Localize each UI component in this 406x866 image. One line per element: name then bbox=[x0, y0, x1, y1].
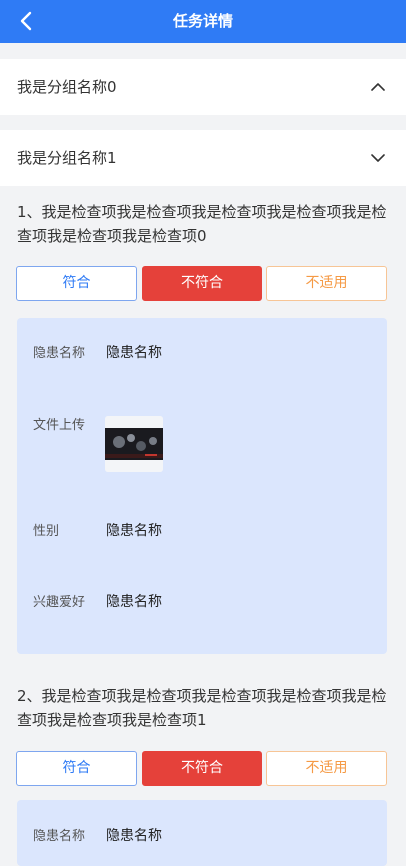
option-comply-button[interactable]: 符合 bbox=[16, 266, 137, 301]
chevron-up-icon bbox=[371, 83, 385, 91]
option-noncomply-button[interactable]: 不符合 bbox=[142, 266, 262, 301]
field-value: 隐患名称 bbox=[106, 523, 162, 539]
field-label: 兴趣爱好 bbox=[33, 595, 86, 610]
image-preview bbox=[105, 416, 163, 472]
field-label: 隐患名称 bbox=[33, 346, 86, 361]
field-value: 隐患名称 bbox=[106, 828, 162, 844]
chevron-down-icon bbox=[371, 154, 385, 162]
field-value: 隐患名称 bbox=[106, 345, 162, 361]
field-value: 隐患名称 bbox=[106, 594, 162, 610]
group-header-0[interactable]: 我是分组名称0 bbox=[0, 59, 406, 115]
nav-bar: 任务详情 bbox=[0, 0, 406, 43]
field-label: 性别 bbox=[33, 524, 60, 539]
check-item-question: 2、我是检查项我是检查项我是检查项我是检查项我是检查项我是检查项我是检查项1 bbox=[17, 687, 387, 729]
page-title: 任务详情 bbox=[172, 12, 233, 30]
group-header-1[interactable]: 我是分组名称1 bbox=[0, 130, 406, 186]
option-noncomply-button[interactable]: 不符合 bbox=[142, 751, 262, 786]
option-not-applicable-button[interactable]: 不适用 bbox=[266, 751, 387, 786]
option-not-applicable-button[interactable]: 不适用 bbox=[266, 266, 387, 301]
group-title: 我是分组名称1 bbox=[17, 149, 117, 167]
check-item-question: 1、我是检查项我是检查项我是检查项我是检查项我是检查项我是检查项我是检查项0 bbox=[17, 203, 387, 245]
option-comply-button[interactable]: 符合 bbox=[16, 751, 137, 786]
field-label: 文件上传 bbox=[33, 418, 86, 433]
field-label: 隐患名称 bbox=[33, 829, 86, 844]
group-title: 我是分组名称0 bbox=[17, 78, 117, 96]
uploaded-image-thumbnail[interactable] bbox=[105, 416, 163, 472]
